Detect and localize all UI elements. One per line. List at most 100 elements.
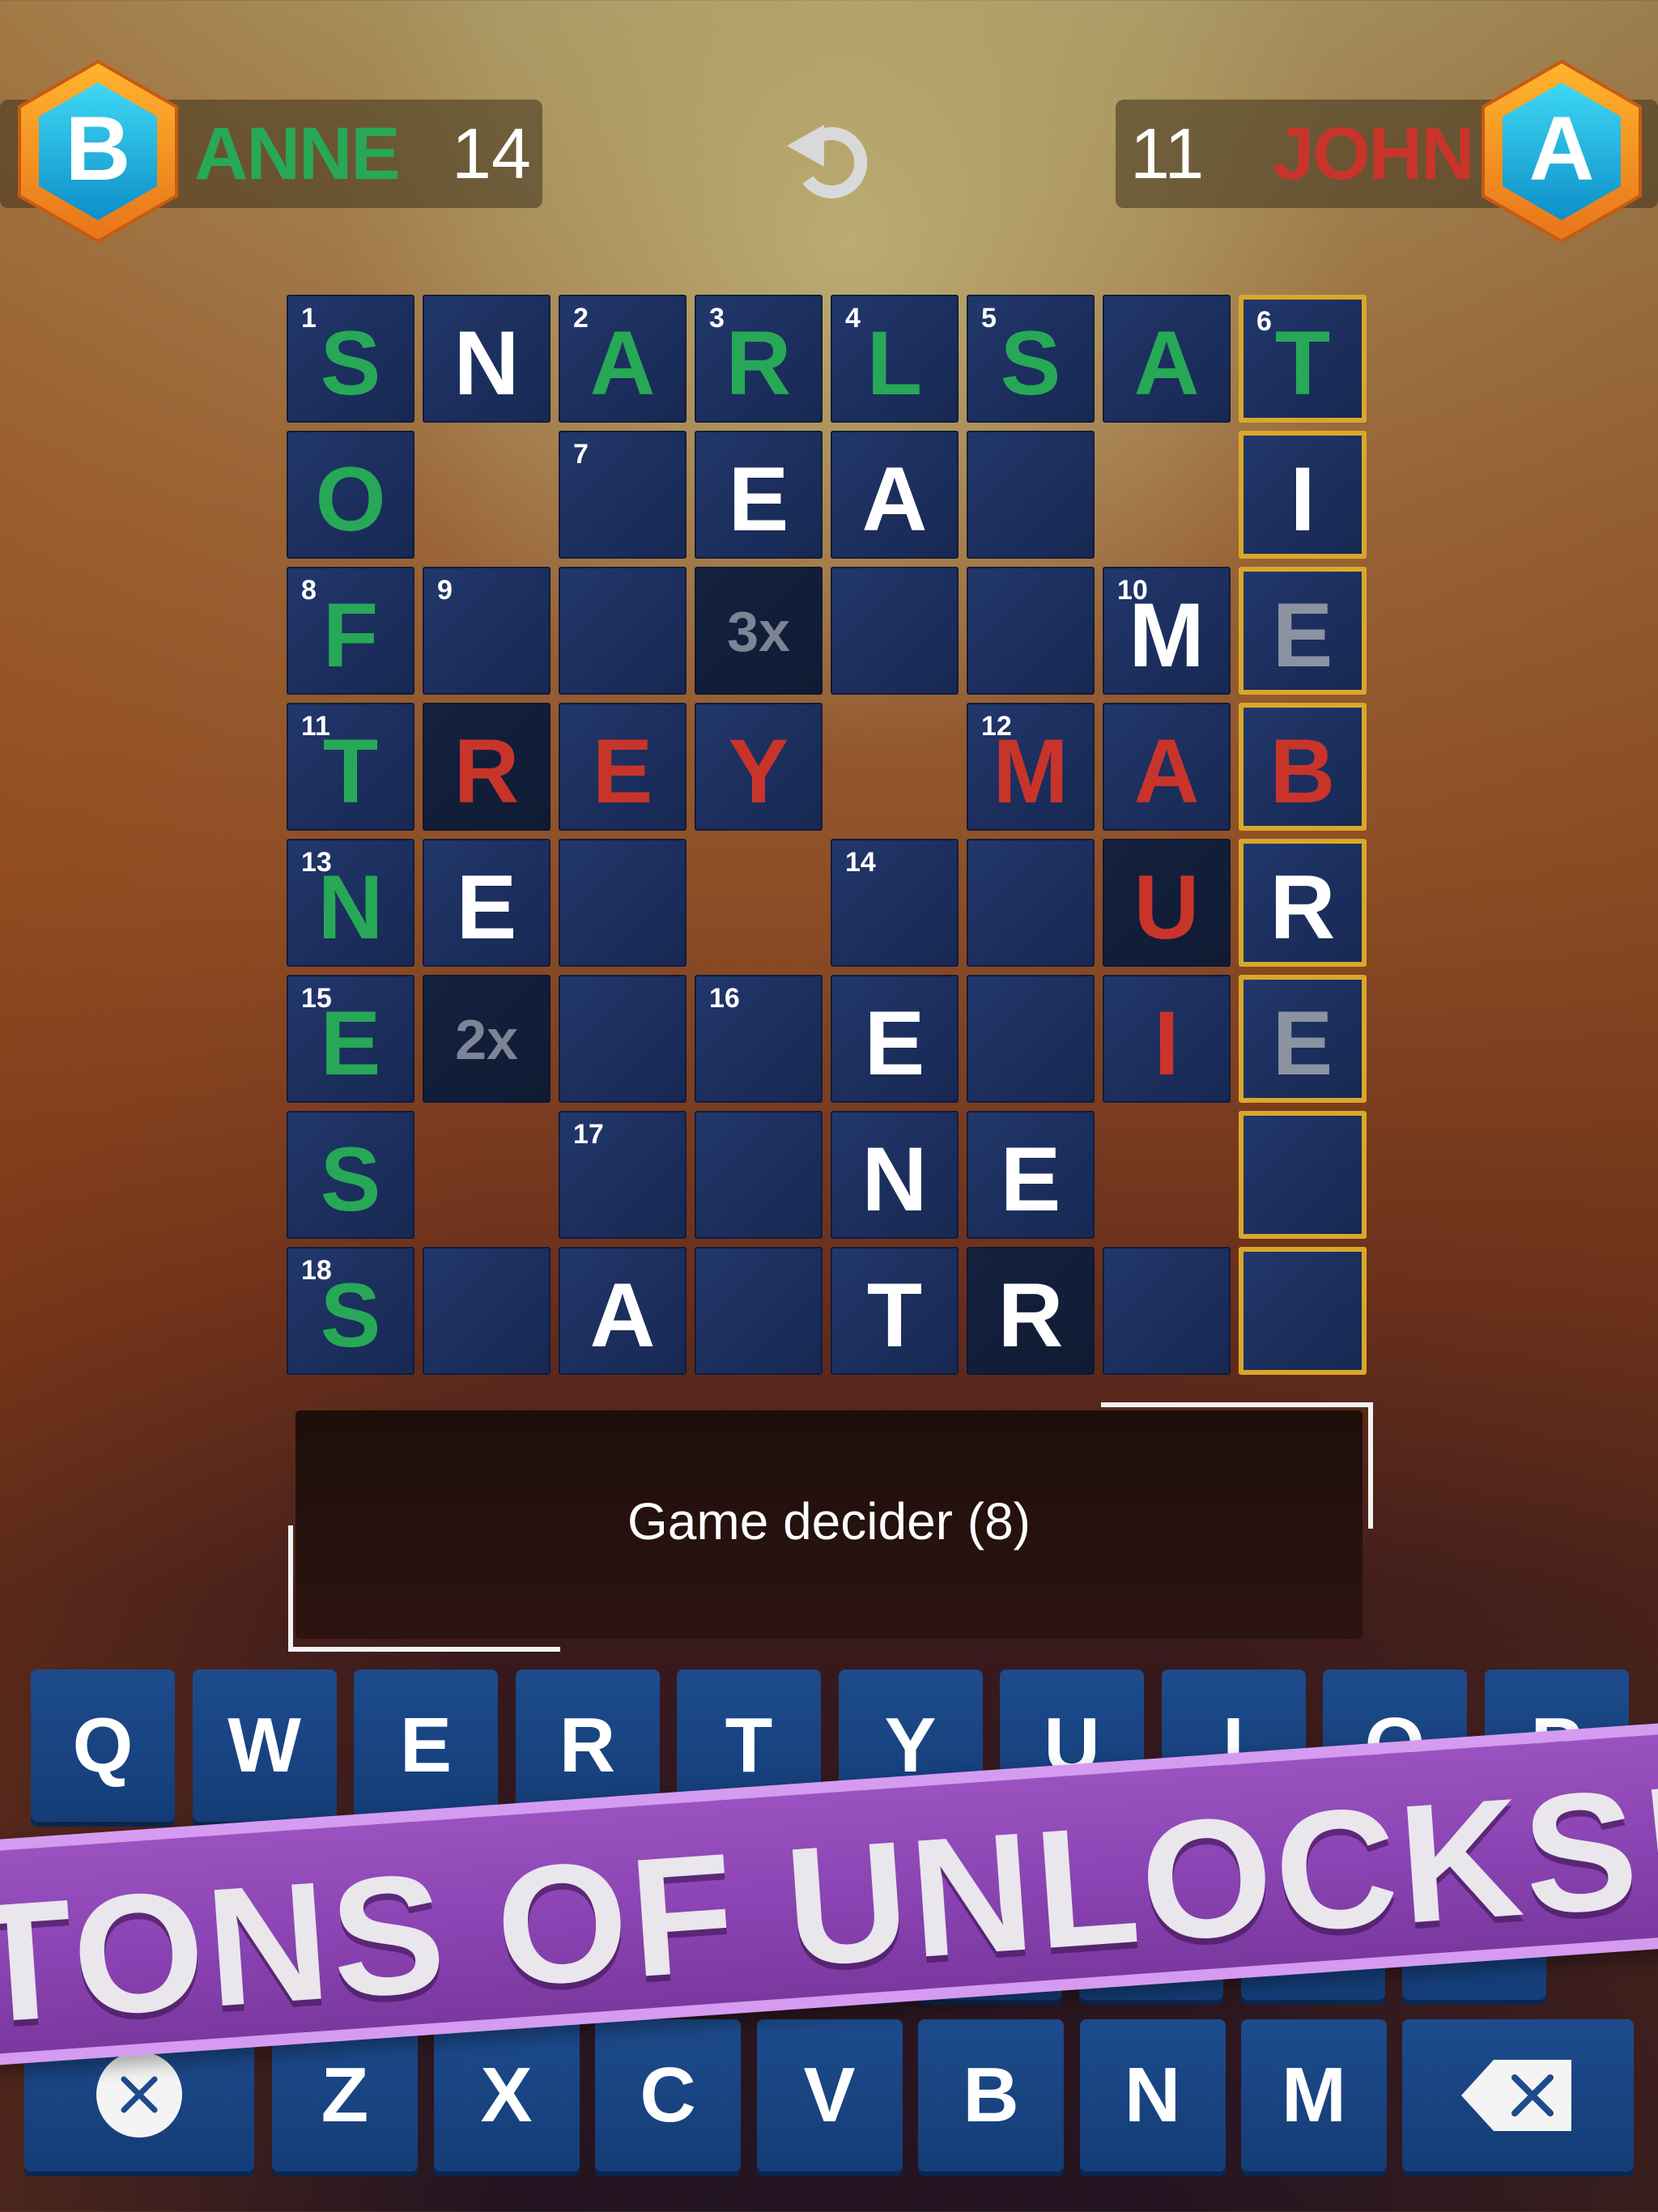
grid-cell[interactable]: 7 xyxy=(559,431,687,559)
grid-cell[interactable] xyxy=(559,975,687,1103)
grid-cell[interactable] xyxy=(423,1247,551,1375)
cell-letter: N xyxy=(453,313,520,414)
grid-cell[interactable]: 5S xyxy=(967,295,1095,423)
grid-cell[interactable]: T xyxy=(831,1247,959,1375)
grid-cell[interactable]: A xyxy=(831,431,959,559)
grid-cell[interactable] xyxy=(967,975,1095,1103)
grid-cell[interactable]: U xyxy=(1103,839,1231,967)
grid-cell[interactable] xyxy=(831,567,959,695)
grid-cell[interactable] xyxy=(559,839,687,967)
key-label: M xyxy=(1282,2052,1346,2138)
grid-cell[interactable]: 17 xyxy=(559,1111,687,1239)
key-label: W xyxy=(227,1702,301,1789)
key-n[interactable]: N xyxy=(1079,2019,1226,2172)
grid-cell[interactable]: 3R xyxy=(695,295,823,423)
grid-cell[interactable]: E xyxy=(1239,975,1367,1103)
grid-cell[interactable] xyxy=(695,1111,823,1239)
grid-cell[interactable]: B xyxy=(1239,703,1367,831)
grid-cell[interactable]: I xyxy=(1103,975,1231,1103)
cell-letter: E xyxy=(320,993,381,1094)
grid-cell[interactable]: R xyxy=(967,1247,1095,1375)
grid-cell[interactable]: 9 xyxy=(423,567,551,695)
grid-cell[interactable]: Y xyxy=(695,703,823,831)
cell-letter: R xyxy=(997,1265,1064,1366)
grid-cell[interactable]: 13 N xyxy=(287,839,414,967)
cell-letter: E xyxy=(1272,585,1333,686)
left-player-badge: B xyxy=(15,58,181,245)
grid-cell[interactable] xyxy=(559,567,687,695)
grid-cell[interactable]: N xyxy=(831,1111,959,1239)
grid-cell[interactable]: E xyxy=(423,839,551,967)
clear-x-icon xyxy=(96,2052,182,2138)
cell-letter: M xyxy=(1129,585,1205,686)
grid-cell[interactable]: E xyxy=(831,975,959,1103)
key-b[interactable]: B xyxy=(918,2019,1064,2172)
key-label: N xyxy=(1124,2052,1181,2138)
backspace-key[interactable] xyxy=(1402,2019,1634,2172)
key-v[interactable]: V xyxy=(756,2019,903,2172)
cell-letter: A xyxy=(861,449,928,550)
cell-letter: E xyxy=(1272,993,1333,1094)
key-q[interactable]: Q xyxy=(31,1670,175,1822)
grid-cell[interactable]: A xyxy=(1103,295,1231,423)
left-badge-letter: B xyxy=(66,98,131,199)
key-m[interactable]: M xyxy=(1241,2019,1387,2172)
grid-cell[interactable] xyxy=(967,839,1095,967)
grid-cell[interactable]: 18 S xyxy=(287,1247,414,1375)
grid-cell[interactable]: E xyxy=(1239,567,1367,695)
grid-cell[interactable]: 15 E xyxy=(287,975,414,1103)
grid-cell[interactable] xyxy=(695,1247,823,1375)
grid-cell[interactable]: S xyxy=(287,1111,414,1239)
grid-cell[interactable]: 11 T xyxy=(287,703,414,831)
grid-cell[interactable] xyxy=(967,567,1095,695)
cell-letter: M xyxy=(993,721,1069,822)
cell-letter: S xyxy=(320,313,381,414)
grid-cell[interactable] xyxy=(967,431,1095,559)
grid-cell[interactable] xyxy=(1239,1247,1367,1375)
cell-letter: N xyxy=(317,857,384,958)
cell-letter: S xyxy=(320,1129,381,1230)
key-c[interactable]: C xyxy=(595,2019,741,2172)
key-label: C xyxy=(640,2052,696,2138)
clue-number: 17 xyxy=(573,1119,604,1150)
cell-letter: A xyxy=(1133,721,1200,822)
grid-cell[interactable]: 2A xyxy=(559,295,687,423)
grid-cell[interactable]: E xyxy=(559,703,687,831)
clue-number: 16 xyxy=(709,983,740,1014)
grid-cell[interactable]: 10 M xyxy=(1103,567,1231,695)
grid-cell[interactable]: E xyxy=(695,431,823,559)
grid-cell[interactable]: O xyxy=(287,431,414,559)
grid-cell[interactable]: A xyxy=(1103,703,1231,831)
grid-cell[interactable] xyxy=(1239,1111,1367,1239)
key-x[interactable]: X xyxy=(433,2019,580,2172)
grid-cell[interactable]: R xyxy=(1239,839,1367,967)
key-e[interactable]: E xyxy=(354,1670,498,1822)
grid-cell[interactable]: 3x xyxy=(695,567,823,695)
grid-cell[interactable]: N xyxy=(423,295,551,423)
key-w[interactable]: W xyxy=(192,1670,337,1822)
left-player-score: 14 xyxy=(452,113,531,194)
cell-letter: T xyxy=(322,721,379,822)
cell-letter: A xyxy=(1133,313,1200,414)
grid-cell[interactable]: 12 M xyxy=(967,703,1095,831)
cell-letter: F xyxy=(322,585,379,686)
grid-cell[interactable]: 1S xyxy=(287,295,414,423)
grid-cell[interactable]: 16 xyxy=(695,975,823,1103)
undo-icon[interactable] xyxy=(784,113,873,202)
grid-cell[interactable]: 4L xyxy=(831,295,959,423)
grid-cell[interactable]: I xyxy=(1239,431,1367,559)
clue-number: 14 xyxy=(845,847,876,878)
grid-cell[interactable]: E xyxy=(967,1111,1095,1239)
grid-cell[interactable]: R xyxy=(423,703,551,831)
grid-cell[interactable]: A xyxy=(559,1247,687,1375)
key-label: V xyxy=(803,2052,856,2138)
grid-cell[interactable]: 14 xyxy=(831,839,959,967)
cell-letter: S xyxy=(1000,313,1061,414)
cell-letter: A xyxy=(589,313,656,414)
grid-cell[interactable]: 8F xyxy=(287,567,414,695)
grid-cell[interactable]: 6T xyxy=(1239,295,1367,423)
clue-bracket-top-right xyxy=(1101,1402,1373,1529)
grid-cell[interactable] xyxy=(1103,1247,1231,1375)
grid-cell[interactable]: 2x xyxy=(423,975,551,1103)
cell-letter: U xyxy=(1133,857,1200,958)
